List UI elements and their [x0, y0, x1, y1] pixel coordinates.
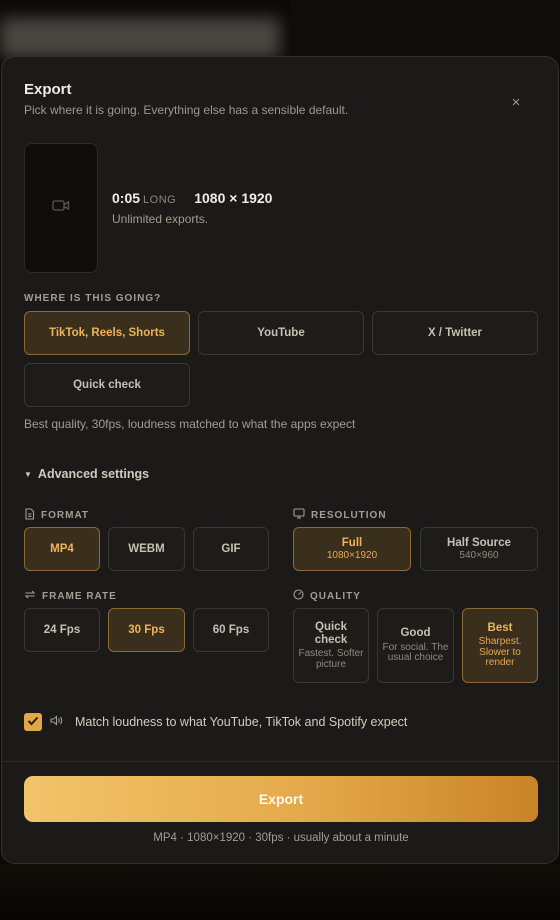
quality-good[interactable]: Good For social. The usual choice	[377, 608, 454, 683]
format-label-text: FORMAT	[41, 510, 90, 521]
caret-down-icon: ▼	[24, 469, 32, 479]
length-tag: LONG	[143, 194, 177, 206]
resolution-label: RESOLUTION	[293, 508, 387, 522]
dialog-title: Export	[24, 81, 72, 98]
resolution-label-text: RESOLUTION	[311, 509, 387, 521]
quality-best[interactable]: Best Sharpest. Slower to render	[462, 608, 538, 683]
resolution-full-label: Full	[341, 536, 363, 549]
duration-value: 0:05	[112, 190, 141, 206]
speaker-icon	[50, 713, 63, 731]
resolution-full[interactable]: Full 1080×1920	[293, 527, 411, 571]
monitor-icon	[293, 508, 305, 522]
checkmark-icon	[27, 713, 39, 731]
destination-quick-check[interactable]: Quick check	[24, 363, 190, 407]
repeat-icon	[24, 589, 36, 603]
video-duration: 0:05 LONG	[112, 190, 176, 206]
export-dialog: Export Pick where it is going. Everythin…	[1, 56, 559, 864]
export-allowance: Unlimited exports.	[112, 212, 209, 226]
video-dimensions: 1080 × 1920	[194, 190, 273, 206]
frame-rate-label: FRAME RATE	[24, 589, 117, 603]
destination-x-twitter[interactable]: X / Twitter	[372, 311, 538, 355]
export-button[interactable]: Export	[24, 776, 538, 822]
quality-best-desc: Sharpest. Slower to render	[478, 636, 522, 669]
video-meta: 0:05 LONG 1080 × 1920	[112, 190, 272, 206]
fps-24[interactable]: 24 Fps	[24, 608, 100, 652]
dialog-subtitle: Pick where it is going. Everything else …	[24, 103, 349, 117]
format-mp4[interactable]: MP4	[24, 527, 100, 571]
loudness-row: Match loudness to what YouTube, TikTok a…	[24, 713, 407, 731]
resolution-half-label: Half Source	[447, 536, 511, 549]
backdrop-footer	[0, 864, 560, 920]
resolution-half-source[interactable]: Half Source 540×960	[420, 527, 538, 571]
format-gif[interactable]: GIF	[193, 527, 269, 571]
destination-hint: Best quality, 30fps, loudness matched to…	[24, 417, 356, 431]
file-icon	[24, 508, 35, 523]
backdrop-panel	[290, 0, 560, 60]
close-icon[interactable]: ×	[508, 95, 524, 111]
video-camera-icon	[52, 199, 70, 217]
quality-quick-label: Quick check	[314, 620, 348, 646]
advanced-settings-toggle[interactable]: ▼ Advanced settings	[24, 467, 149, 481]
quality-quick-desc: Fastest. Softer picture	[298, 648, 364, 670]
destination-label: WHERE IS THIS GOING?	[24, 293, 162, 304]
destination-youtube[interactable]: YouTube	[198, 311, 364, 355]
quality-good-label: Good	[400, 627, 431, 640]
destination-tiktok[interactable]: TikTok, Reels, Shorts	[24, 311, 190, 355]
quality-good-desc: For social. The usual choice	[382, 641, 449, 664]
quality-label: QUALITY	[293, 589, 361, 603]
gauge-icon	[293, 589, 304, 603]
footer-divider	[2, 761, 558, 762]
export-summary: MP4 · 1080×1920 · 30fps · usually about …	[153, 832, 409, 844]
quality-label-text: QUALITY	[310, 590, 361, 602]
format-webm[interactable]: WEBM	[108, 527, 185, 571]
fps-60[interactable]: 60 Fps	[193, 608, 269, 652]
video-preview	[24, 143, 98, 273]
frame-rate-label-text: FRAME RATE	[42, 590, 117, 602]
advanced-settings-label: Advanced settings	[37, 467, 150, 481]
fps-30[interactable]: 30 Fps	[108, 608, 185, 652]
loudness-label: Match loudness to what YouTube, TikTok a…	[75, 715, 408, 729]
resolution-half-size: 540×960	[459, 549, 499, 561]
quality-best-label: Best	[487, 622, 513, 635]
format-label: FORMAT	[24, 508, 89, 523]
quality-quick-check[interactable]: Quick check Fastest. Softer picture	[293, 608, 369, 683]
resolution-full-size: 1080×1920	[326, 549, 378, 561]
backdrop-toolbar	[0, 18, 280, 58]
loudness-checkbox[interactable]	[24, 713, 42, 731]
